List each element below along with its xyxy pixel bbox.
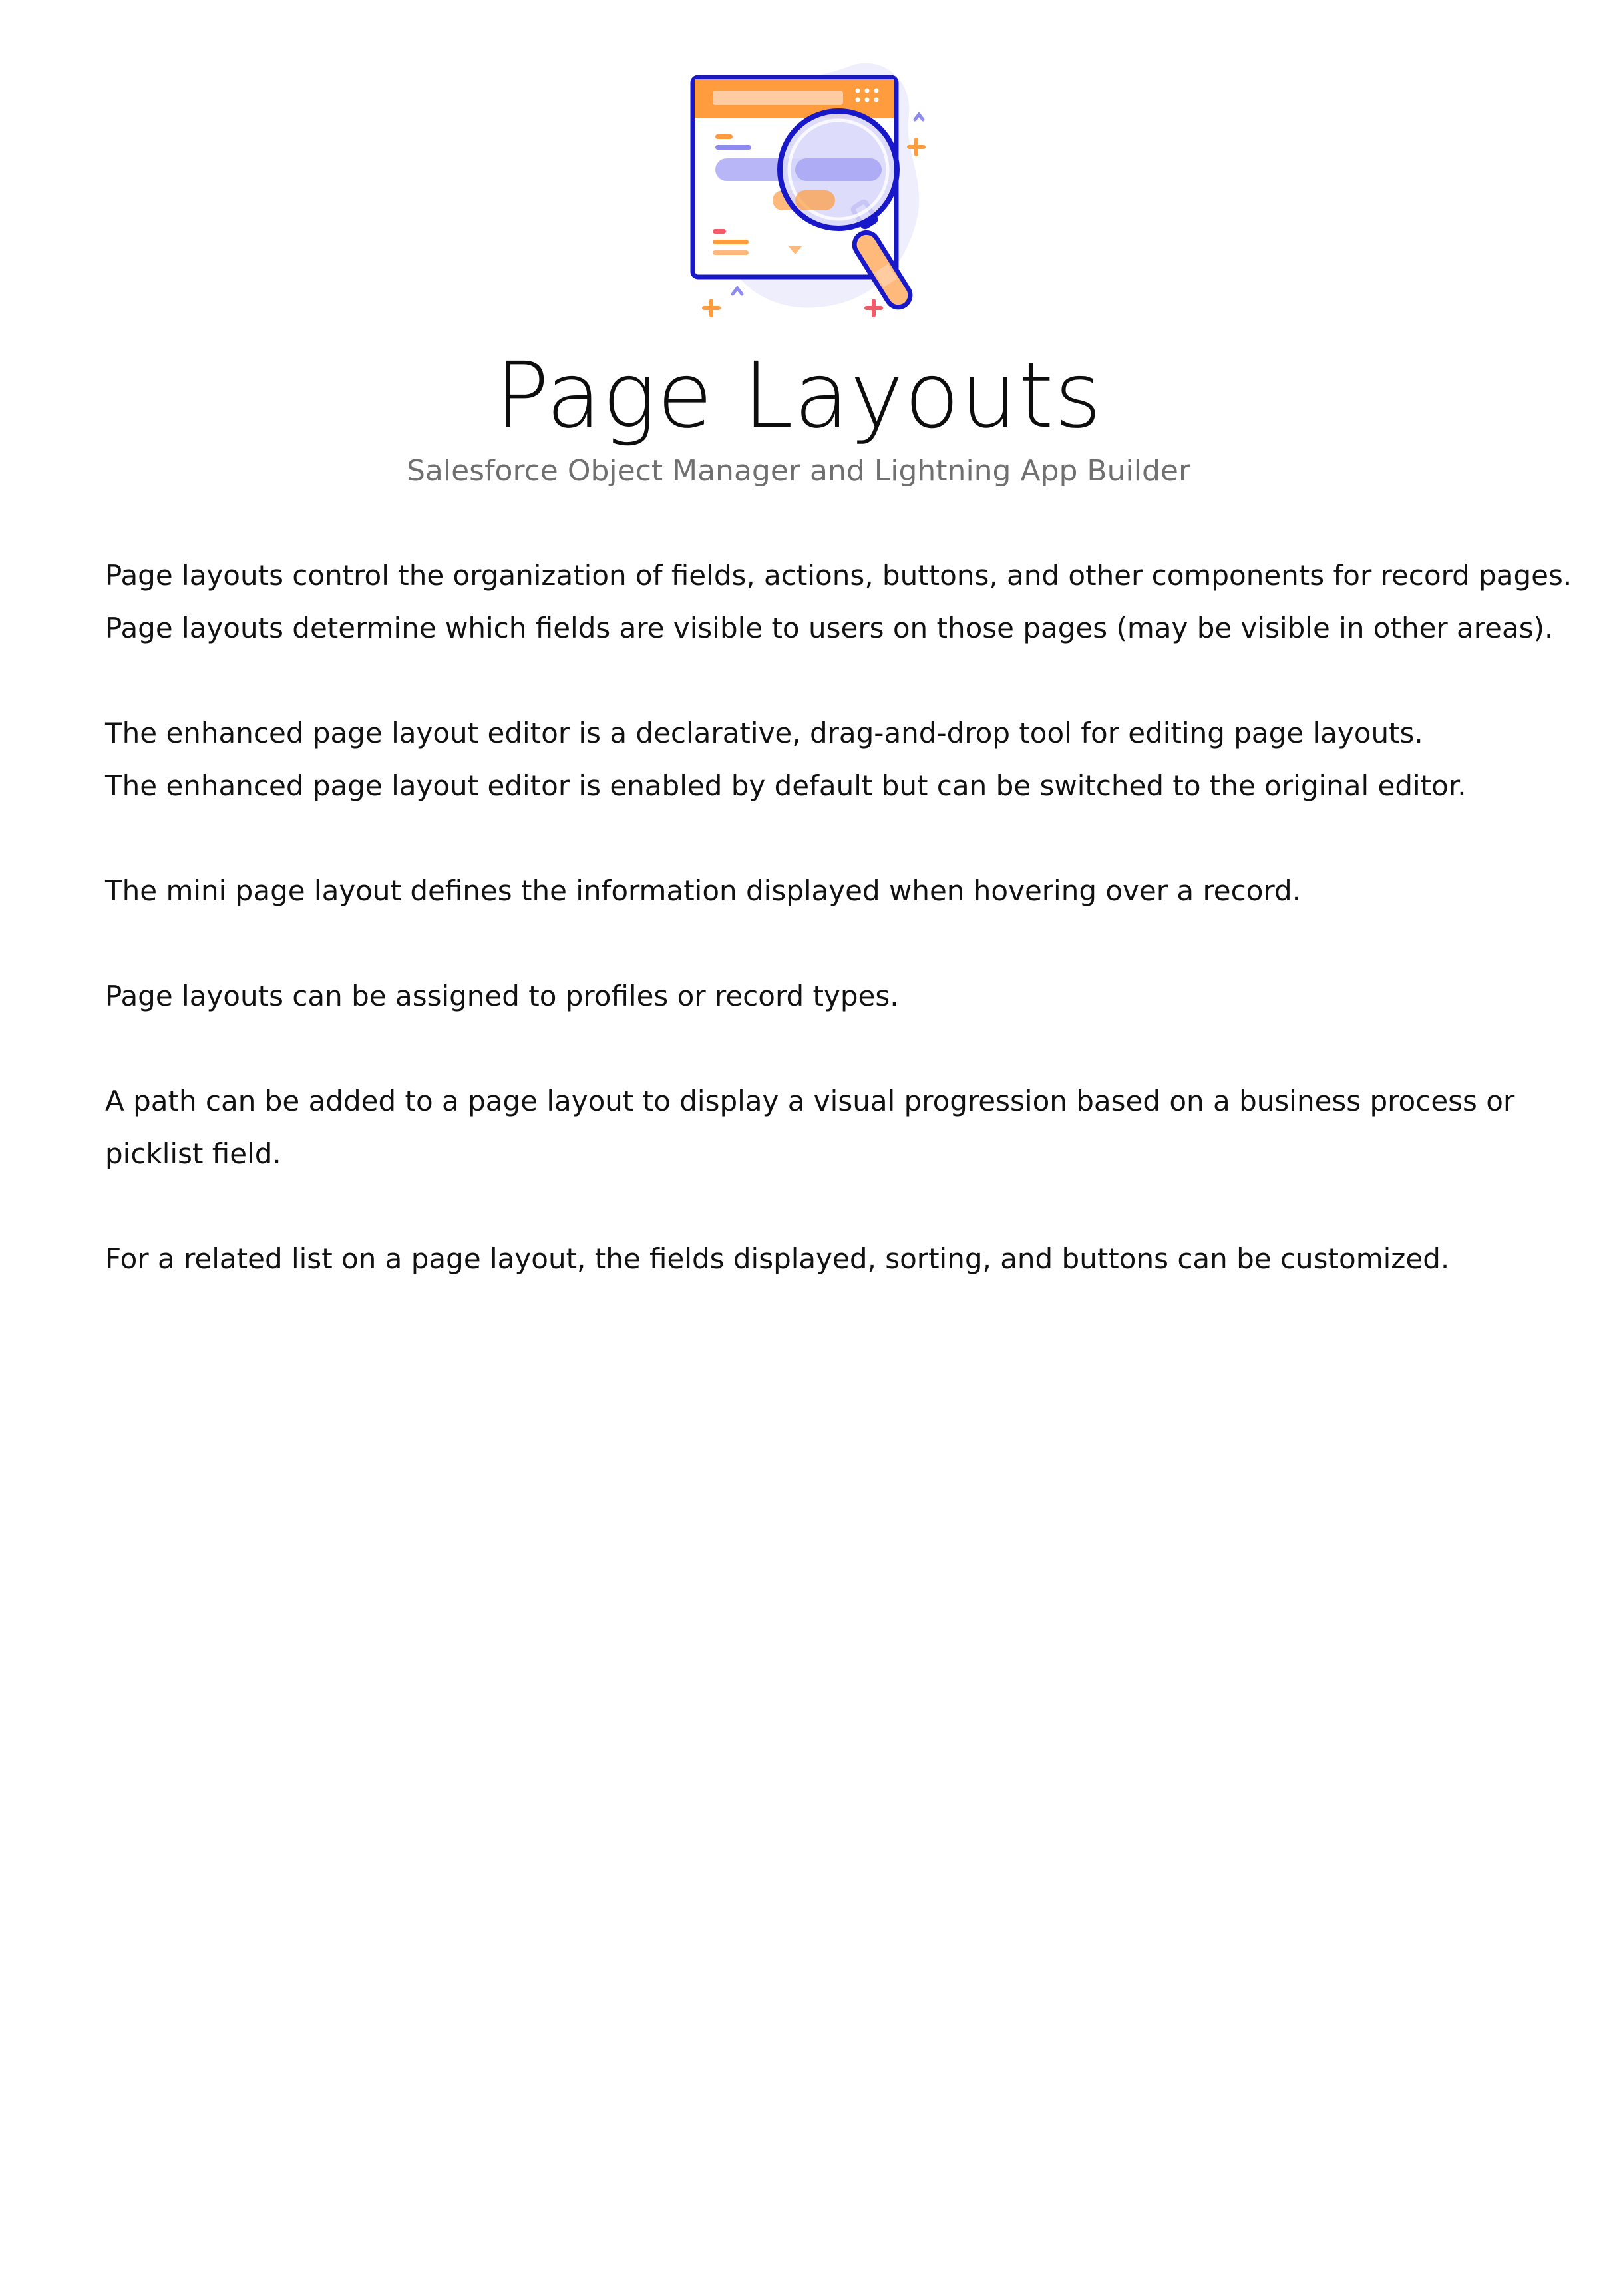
paragraph-line: For a related list on a page layout, the… <box>105 1243 1450 1275</box>
paragraph-enhanced-editor: The enhanced page layout editor is a dec… <box>105 707 1556 812</box>
paragraph-line: The mini page layout defines the informa… <box>105 874 1301 907</box>
paragraph-mini-page-layout: The mini page layout defines the informa… <box>105 864 1556 917</box>
paragraph-assignment: Page layouts can be assigned to profiles… <box>105 970 1556 1022</box>
paragraph-line: A path can be added to a page layout to … <box>105 1085 1515 1117</box>
paragraph-line: picklist field. <box>105 1137 281 1170</box>
paragraph-line: Page layouts can be assigned to profiles… <box>105 980 899 1012</box>
hero-illustration <box>669 53 948 333</box>
page-title: Page Layouts <box>494 343 1103 449</box>
browser-magnifying-glass-icon <box>690 63 926 317</box>
paragraph-line: The enhanced page layout editor is enabl… <box>105 769 1467 802</box>
paragraph-line: Page layouts determine which fields are … <box>105 612 1554 644</box>
paragraph-line: The enhanced page layout editor is a dec… <box>105 717 1423 749</box>
paragraph-line: Page layouts control the organization of… <box>105 559 1572 592</box>
body-content: Page layouts control the organization of… <box>105 549 1572 1338</box>
paragraph-related-list: For a related list on a page layout, the… <box>105 1233 1556 1285</box>
paragraph-page-layouts-overview: Page layouts control the organization of… <box>105 549 1572 654</box>
page-subtitle: Salesforce Object Manager and Lightning … <box>406 454 1191 488</box>
paragraph-path: A path can be added to a page layout to … <box>105 1075 1556 1180</box>
